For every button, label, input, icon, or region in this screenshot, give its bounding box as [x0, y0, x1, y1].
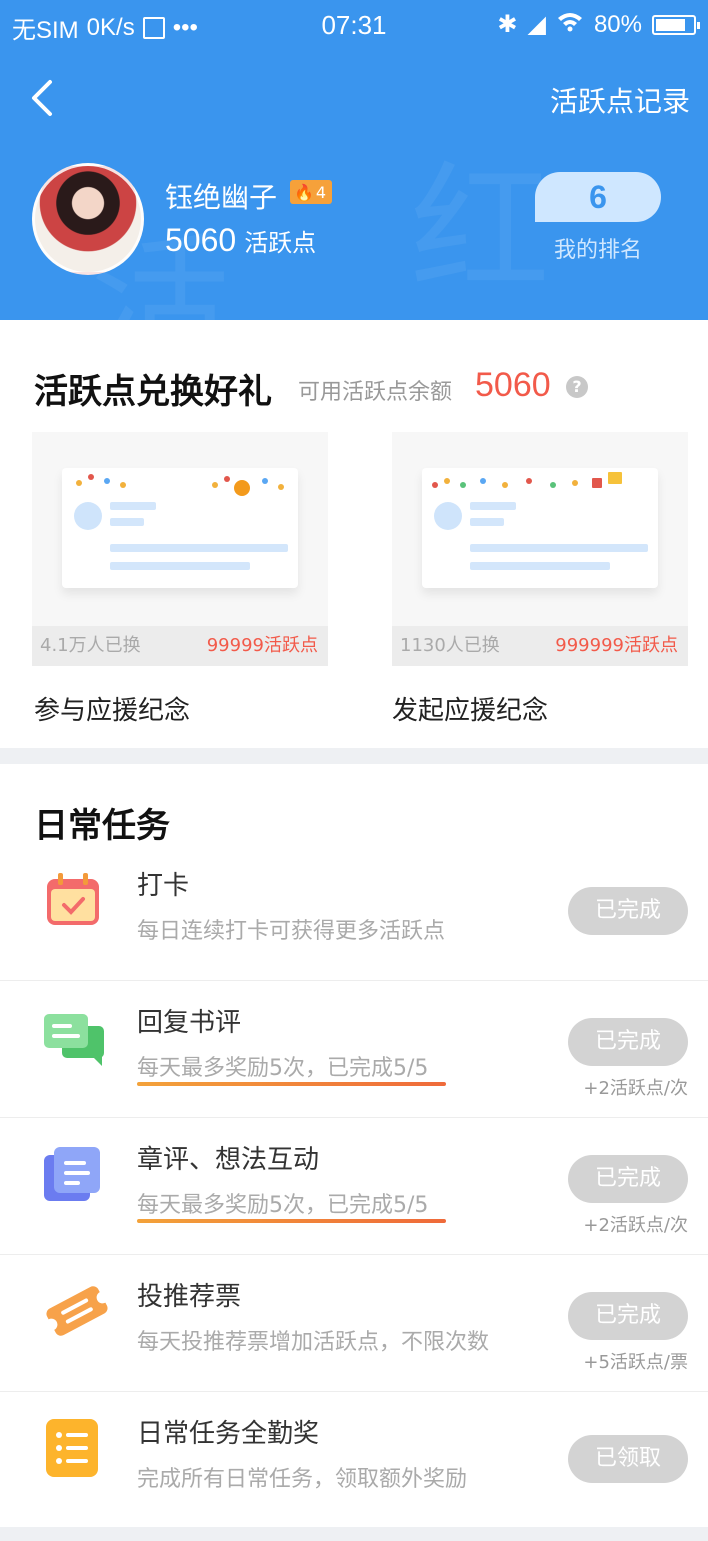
ticket-icon	[44, 1282, 109, 1340]
task-reward: +2活跃点/次	[583, 1078, 688, 1099]
task-desc: 每天最多奖励5次，已完成5/5	[137, 1193, 429, 1218]
task-row-checkin: 打卡 每日连续打卡可获得更多活跃点 已完成	[0, 843, 708, 981]
exchanged-count: 1130人已换	[400, 635, 500, 656]
task-row-reply-review: 回复书评 每天最多奖励5次，已完成5/5 已完成 +2活跃点/次	[0, 980, 708, 1118]
task-desc: 完成所有日常任务，领取额外奖励	[137, 1467, 468, 1492]
gift-preview	[422, 468, 658, 588]
list-icon	[44, 1419, 102, 1477]
gift-info-bar: 1130人已换 999999活跃点	[392, 626, 688, 666]
stacked-cards-icon	[44, 1145, 102, 1203]
task-status-button[interactable]: 已完成	[568, 1292, 688, 1340]
gift-name[interactable]: 参与应援纪念	[34, 690, 190, 727]
points-unit: 活跃点	[244, 229, 317, 257]
gift-card[interactable]: 1130人已换 999999活跃点	[392, 432, 688, 666]
gift-card[interactable]: 4.1万人已换 99999活跃点	[32, 432, 328, 666]
task-desc: 每日连续打卡可获得更多活跃点	[137, 919, 446, 944]
gift-cost: 999999活跃点	[555, 635, 678, 656]
points-value: 5060	[165, 222, 237, 258]
task-status-button[interactable]: 已完成	[568, 1018, 688, 1066]
task-reward: +2活跃点/次	[583, 1215, 688, 1236]
task-row-attendance: 日常任务全勤奖 完成所有日常任务，领取额外奖励 已领取	[0, 1391, 708, 1528]
task-status-button[interactable]: 已完成	[568, 1155, 688, 1203]
gift-info-bar: 4.1万人已换 99999活跃点	[32, 626, 328, 666]
username: 钰绝幽子	[165, 181, 278, 214]
bottom-divider	[0, 1527, 708, 1541]
progress-underline	[137, 1082, 446, 1086]
balance-value: 5060	[475, 366, 551, 404]
battery-icon	[652, 14, 700, 35]
status-bar: 无SIM 0K/s ••• 07:31 ✱ ◢ 80%	[0, 0, 708, 48]
avatar[interactable]	[32, 163, 144, 275]
task-row-vote: 投推荐票 每天投推荐票增加活跃点，不限次数 已完成 +5活跃点/票	[0, 1254, 708, 1392]
task-reward: +5活跃点/票	[583, 1352, 688, 1373]
level-number: 4	[315, 182, 327, 202]
battery-percent: 80%	[593, 10, 642, 38]
calendar-check-icon	[44, 871, 102, 929]
level-badge: 🔥 4	[290, 180, 333, 204]
rank-value[interactable]: 6	[535, 172, 661, 222]
points-record-link[interactable]: 活跃点记录	[550, 80, 690, 120]
task-name: 投推荐票	[137, 1282, 242, 1312]
bluetooth-icon: ✱	[497, 11, 518, 38]
task-row-comment-interact: 章评、想法互动 每天最多奖励5次，已完成5/5 已完成 +2活跃点/次	[0, 1117, 708, 1255]
daily-tasks-title: 日常任务	[34, 806, 170, 846]
gift-preview	[62, 468, 298, 588]
balance-label: 可用活跃点余额	[298, 380, 453, 405]
task-desc: 每天最多奖励5次，已完成5/5	[137, 1056, 429, 1081]
help-icon[interactable]: ?	[566, 376, 588, 398]
flame-icon: 🔥	[294, 182, 314, 202]
task-status-button[interactable]: 已完成	[568, 887, 688, 935]
progress-underline	[137, 1219, 446, 1223]
chat-bubbles-icon	[44, 1008, 104, 1066]
section-divider	[0, 748, 708, 764]
task-name: 回复书评	[137, 1008, 242, 1038]
mute-icon: ◢	[527, 11, 546, 38]
task-name: 打卡	[137, 871, 190, 901]
task-name: 章评、想法互动	[137, 1145, 320, 1175]
chevron-left-icon	[32, 80, 52, 116]
back-button[interactable]	[26, 78, 60, 118]
gift-cost: 99999活跃点	[206, 635, 318, 656]
points-row: 5060 活跃点	[165, 222, 316, 259]
gift-name[interactable]: 发起应援纪念	[392, 690, 548, 727]
wifi-icon	[556, 10, 584, 39]
rank-label: 我的排名	[553, 238, 642, 263]
exchanged-count: 4.1万人已换	[40, 635, 141, 656]
task-status-button[interactable]: 已领取	[568, 1435, 688, 1483]
exchange-title: 活跃点兑换好礼	[34, 372, 272, 412]
task-desc: 每天投推荐票增加活跃点，不限次数	[137, 1330, 490, 1355]
task-name: 日常任务全勤奖	[137, 1419, 320, 1449]
svg-text:红: 红	[410, 149, 550, 312]
